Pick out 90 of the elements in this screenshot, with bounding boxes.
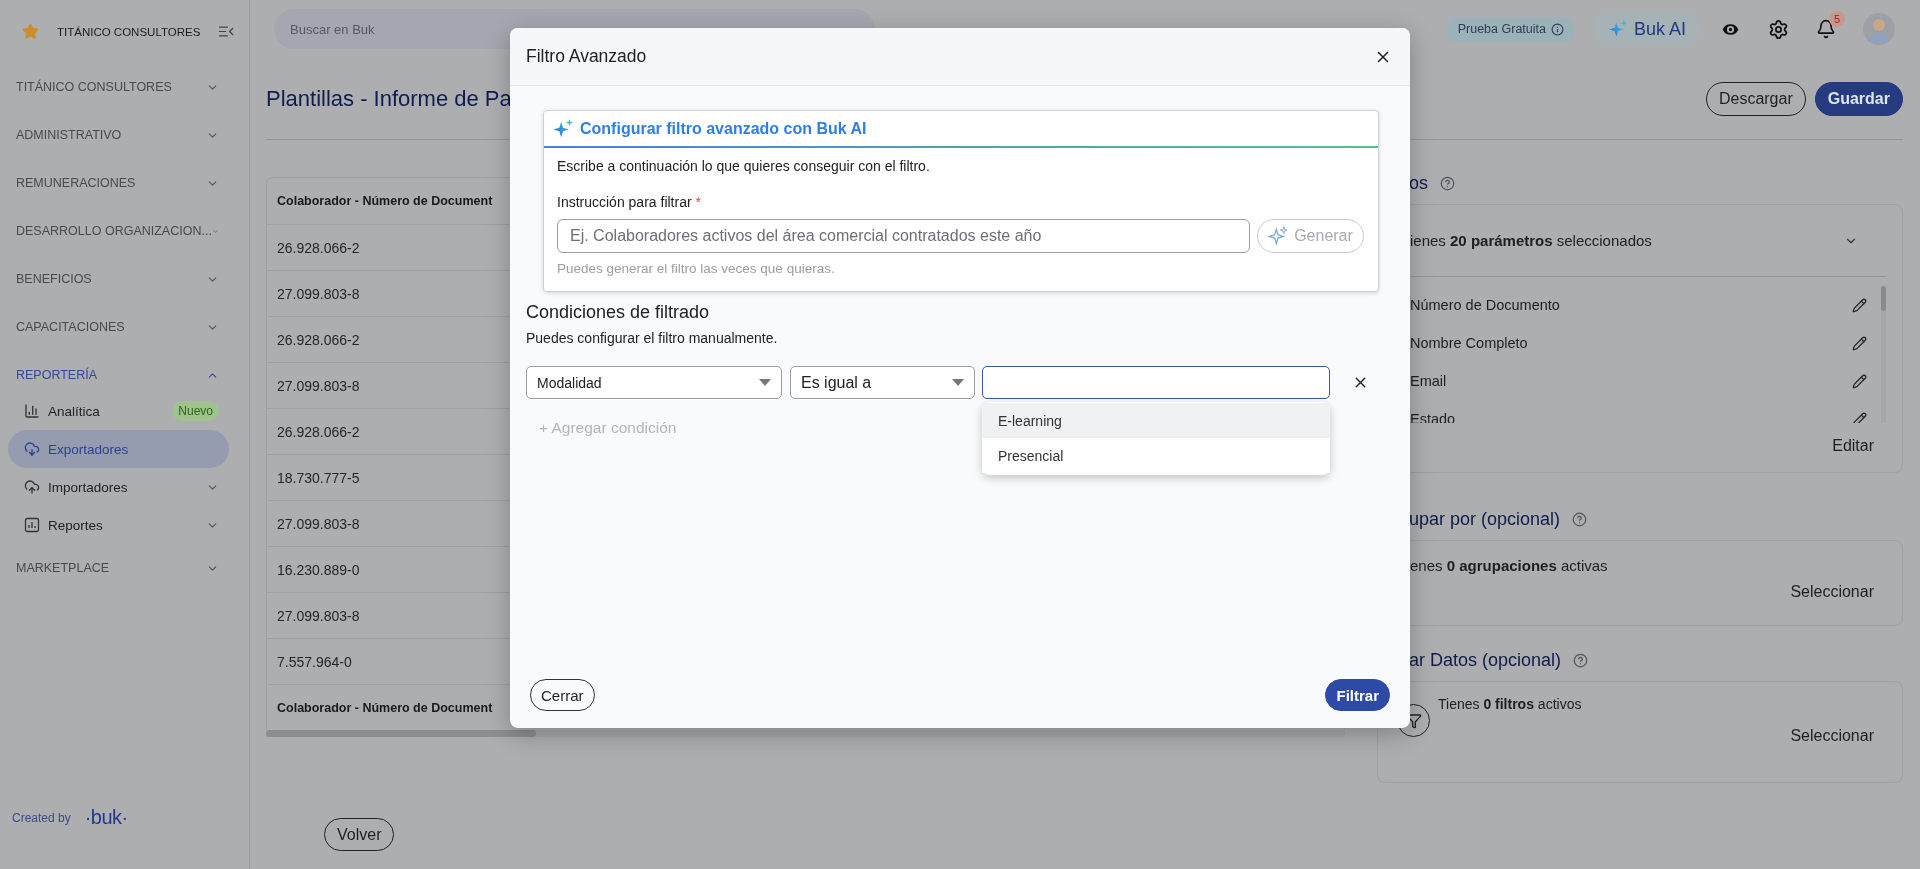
conditions-description: Puedes configurar el filtro manualmente. (526, 329, 779, 348)
dialog-title: Filtro Avanzado (526, 46, 647, 67)
instruction-field[interactable]: Ej. Colaboradores activos del área comercial contratados este año (557, 219, 1250, 253)
nav-section[interactable]: REMUNERACIONES (0, 159, 249, 207)
trial-badge[interactable]: Prueba Gratuita (1447, 16, 1574, 42)
table-cell: 26.928.066-2 (277, 331, 360, 348)
operator-select[interactable]: Es igual a (790, 366, 975, 399)
page-title: Plantillas - Informe de Pa (266, 85, 512, 112)
help-icon[interactable] (1440, 175, 1455, 191)
save-button[interactable]: Guardar (1814, 81, 1903, 116)
help-icon[interactable] (1573, 652, 1589, 668)
section-title: upar por (opcional) (1409, 508, 1561, 530)
section-title: os (1409, 172, 1428, 194)
nav-item[interactable]: Importadores (8, 468, 229, 506)
cloud-download-icon (24, 441, 40, 457)
pencil-icon[interactable] (1852, 411, 1867, 423)
nav-section-label: REMUNERACIONES (16, 176, 136, 190)
nav-item-label: Importadores (48, 479, 129, 495)
pencil-icon[interactable] (1852, 373, 1867, 389)
nav-section[interactable]: MARKETPLACE (0, 544, 249, 592)
cloud-upload-icon (24, 479, 40, 495)
conditions-title: Condiciones de filtrado (526, 301, 711, 324)
nav-item-label: Analítica (48, 403, 101, 419)
nav-section[interactable]: DESARROLLO ORGANIZACION... (0, 207, 249, 255)
horizontal-scrollbar[interactable] (266, 730, 1345, 737)
table-cell: 27.099.803-8 (277, 377, 360, 394)
sparkle-icon (1607, 19, 1628, 39)
nav-section-label: MARKETPLACE (16, 561, 110, 575)
column-footer: Colaborador - Número de Document (277, 700, 493, 715)
menu-option[interactable]: Presencial (982, 438, 1330, 473)
edit-button[interactable]: Editar (1832, 437, 1874, 455)
ai-button[interactable]: Buk AI (1593, 12, 1700, 46)
nav-section-label: DESARROLLO ORGANIZACION... (16, 224, 212, 238)
summary-text: enes 0 agrupaciones activas (1410, 557, 1608, 574)
ai-description: Escribe a continuación lo que quieres conseguir con el filtro. (557, 157, 931, 176)
table-cell: 18.730.777-5 (277, 469, 360, 486)
section-title: ar Datos (opcional) (1409, 649, 1562, 671)
table-cell: 27.099.803-8 (277, 515, 360, 532)
created-by-text: Created by (12, 810, 71, 825)
info-icon (1550, 22, 1564, 36)
table-cell: 7.557.964-0 (277, 653, 352, 670)
company-name: TITÁNICO CONSULTORES (57, 25, 201, 38)
select-button[interactable]: Seleccionar (1790, 583, 1874, 601)
ai-card-title: Configurar filtro avanzado con Buk AI (580, 119, 867, 138)
help-icon[interactable] (1572, 511, 1588, 527)
parameter-name: Número de Documento (1410, 297, 1560, 313)
caret-icon (952, 379, 964, 386)
caret-icon (759, 379, 771, 386)
nav-section-label: TITÁNICO CONSULTORES (16, 80, 172, 94)
chart-report-icon (24, 517, 40, 533)
nav-section-label: ADMINISTRATIVO (16, 128, 122, 142)
nav-item-label: Reportes (48, 517, 104, 533)
new-badge: Nuevo (172, 401, 219, 421)
pencil-icon[interactable] (1852, 297, 1867, 313)
parameter-name: Nombre Completo (1410, 335, 1528, 351)
nav-section[interactable]: BENEFICIOS (0, 255, 249, 303)
select-button[interactable]: Seleccionar (1790, 727, 1874, 745)
value-field[interactable] (982, 366, 1330, 399)
sparkle-icon (1268, 226, 1289, 246)
table-cell: 26.928.066-2 (277, 239, 360, 256)
table-cell: 27.099.803-8 (277, 607, 360, 624)
filter-button[interactable]: Filtrar (1325, 679, 1390, 711)
logo: ·buk· (84, 806, 128, 829)
field-select[interactable]: Modalidad (526, 366, 782, 399)
summary-text: ienes 20 parámetros seleccionados (1410, 232, 1652, 249)
summary-text: Tienes 0 filtros activos (1438, 696, 1582, 712)
star-icon (22, 23, 39, 40)
nav-section[interactable]: ADMINISTRATIVO (0, 111, 249, 159)
table-cell: 27.099.803-8 (277, 285, 360, 302)
nav-item[interactable]: Reportes (8, 506, 229, 544)
scrollbar[interactable] (1881, 286, 1886, 423)
nav-section[interactable]: CAPACITACIONES (0, 303, 249, 351)
notification-count: 5 (1829, 11, 1845, 27)
pencil-icon[interactable] (1852, 335, 1867, 351)
nav-section-label: CAPACITACIONES (16, 320, 125, 334)
field-label: Instrucción para filtrar * (557, 193, 703, 212)
settings-icon[interactable] (1768, 18, 1789, 40)
nav-section-label: BENEFICIOS (16, 272, 92, 286)
parameter-name: Email (1410, 373, 1447, 389)
collapse-menu-icon[interactable] (218, 25, 235, 38)
nav-item-label: Exportadores (48, 441, 130, 457)
menu-option[interactable]: E-learning (982, 403, 1330, 438)
nav-section-label: REPORTERÍA (16, 368, 98, 382)
bell-icon[interactable] (1816, 19, 1836, 39)
table-cell: 16.230.889-0 (277, 561, 360, 578)
hint-text: Puedes generar el filtro las veces que quieras. (557, 260, 836, 278)
table-cell: 26.928.066-2 (277, 423, 360, 440)
bar-chart-icon (24, 403, 40, 419)
column-header: Colaborador - Número de Document (277, 194, 493, 208)
nav-section[interactable]: TITÁNICO CONSULTORES (0, 63, 249, 111)
